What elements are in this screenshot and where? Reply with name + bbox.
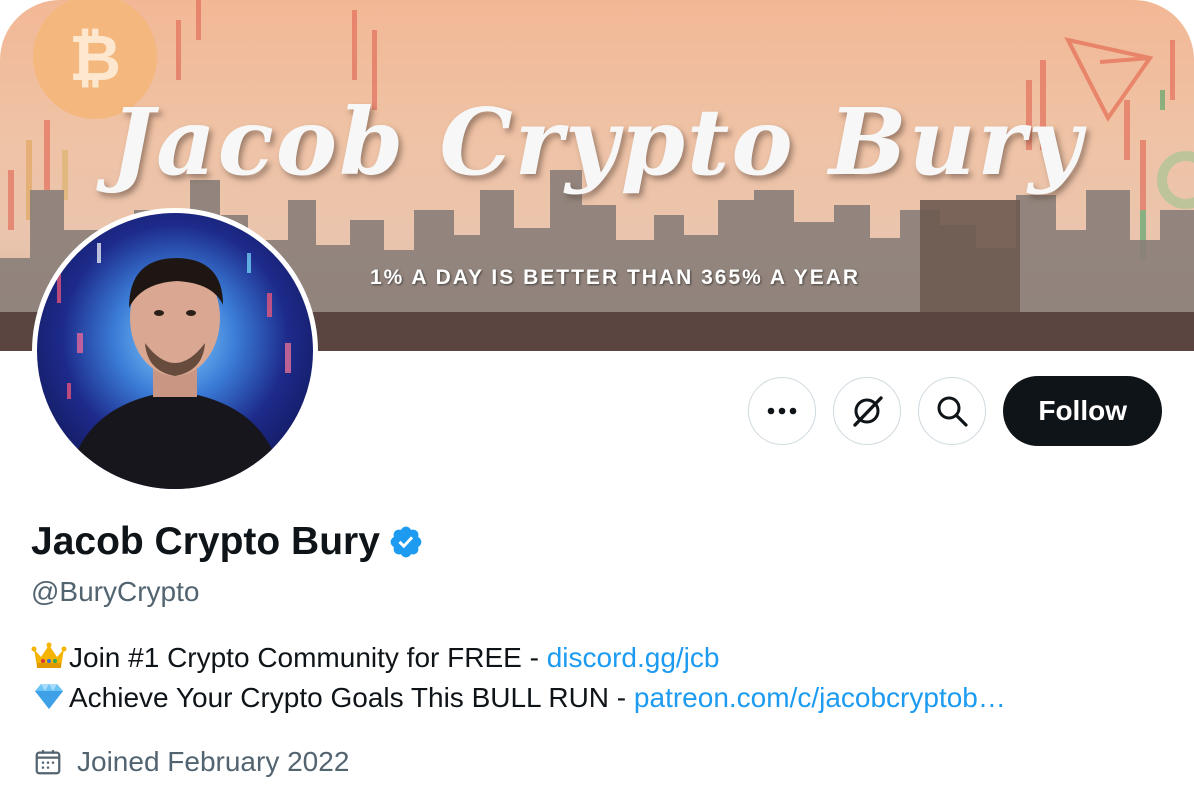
joined-date: Joined February 2022: [77, 746, 350, 777]
gem-emoji: [35, 684, 63, 709]
bio-text: Achieve Your Crypto Goals This BULL RUN …: [69, 682, 634, 713]
calendar-icon: [35, 750, 61, 775]
search-button[interactable]: [918, 377, 987, 445]
profile-bio: Join #1 Crypto Community for FREE - disc…: [31, 638, 1006, 718]
avatar[interactable]: [32, 208, 318, 494]
bio-line: Join #1 Crypto Community for FREE - disc…: [31, 638, 1006, 678]
grok-icon: [853, 396, 884, 427]
bio-text: Join #1 Crypto Community for FREE -: [69, 642, 547, 673]
grok-button[interactable]: [833, 377, 902, 445]
bio-link-discord[interactable]: discord.gg/jcb: [547, 642, 720, 673]
banner-title: Jacob Crypto Bury: [110, 88, 1084, 196]
display-name-row: Jacob Crypto Bury: [31, 520, 424, 564]
joined-date-row: Joined February 2022: [33, 746, 349, 778]
profile-actions: Follow: [748, 376, 1162, 446]
svg-text:₿: ₿: [69, 22, 121, 96]
avatar-portrait: [57, 243, 291, 489]
bio-link-patreon[interactable]: patreon.com/c/jacobcryptob…: [634, 682, 1006, 713]
bio-line: Achieve Your Crypto Goals This BULL RUN …: [31, 678, 1006, 718]
more-button[interactable]: [748, 377, 817, 445]
verified-badge-icon[interactable]: [388, 524, 424, 560]
search-icon: [937, 396, 968, 427]
follow-button[interactable]: Follow: [1003, 376, 1162, 446]
crown-emoji: [31, 642, 67, 668]
username-handle: @BuryCrypto: [31, 576, 200, 607]
display-name: Jacob Crypto Bury: [31, 520, 380, 563]
more-icon: [768, 407, 797, 415]
profile-card: ₿ Jacob Crypto Bury 1% A DAY IS BETTER T…: [0, 0, 1194, 800]
